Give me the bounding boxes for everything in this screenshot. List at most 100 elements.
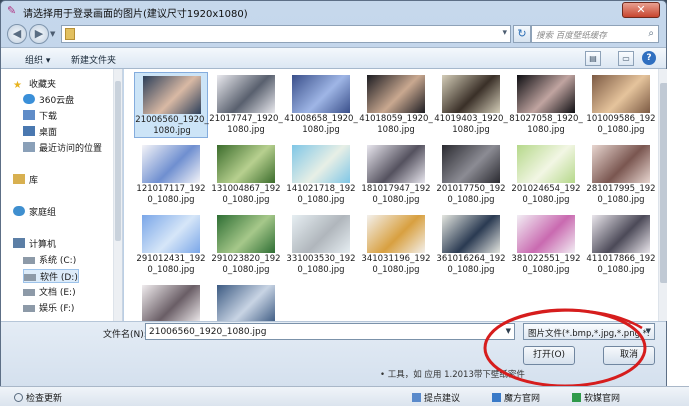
file-name: 291023820_1920_1080.jpg xyxy=(211,254,281,275)
sidebar-item-drive-c[interactable]: 系统 (C:) xyxy=(23,253,76,267)
file-name: 381022551_1920_1080.jpg xyxy=(511,254,581,275)
file-name: 201024654_1920_1080.jpg xyxy=(511,184,581,205)
file-thumbnail[interactable]: 131004867_1920_1080.jpg xyxy=(209,142,283,208)
sidebar-item-label: 桌面 xyxy=(39,128,58,138)
suggest-label: 提点建议 xyxy=(424,394,461,404)
computer-icon xyxy=(13,238,25,248)
refresh-button[interactable]: ↻ xyxy=(513,25,531,43)
file-thumbnail[interactable]: 341031196_1920_1080.jpg xyxy=(359,212,433,278)
sidebar-item-label: 系统 (C:) xyxy=(39,256,77,266)
official-site-link[interactable]: 魔方官网 xyxy=(492,391,540,404)
view-options-icon[interactable]: ▤ xyxy=(585,51,601,66)
back-button[interactable]: ◀ xyxy=(7,24,27,44)
sidebar-item-label: 软件 (D:) xyxy=(40,273,78,283)
sidebar-item-homegroup[interactable]: 家庭组 xyxy=(13,205,56,219)
image-preview xyxy=(217,215,275,253)
file-name: 181017947_1920_1080.jpg xyxy=(361,184,431,205)
file-thumbnail[interactable]: 41019403_1920_1080.jpg xyxy=(434,72,508,138)
sidebar-item-downloads[interactable]: 下载 xyxy=(23,109,57,123)
file-name: 41019403_1920_1080.jpg xyxy=(434,114,508,135)
library-icon xyxy=(13,174,25,184)
ruanmei-site-link[interactable]: 软媒官网 xyxy=(572,391,620,404)
image-preview xyxy=(292,145,350,183)
sidebar-item-label: 家庭组 xyxy=(29,208,57,218)
file-thumbnail[interactable]: 141021718_1920_1080.jpg xyxy=(284,142,358,208)
chevron-down-icon[interactable]: ▼ xyxy=(646,327,651,335)
drive-icon xyxy=(23,305,35,312)
file-thumbnail[interactable]: 291012431_1920_1080.jpg xyxy=(134,212,208,278)
filetype-value: 图片文件(*.bmp,*.jpg,*.png,*. xyxy=(528,329,650,339)
new-folder-button[interactable]: 新建文件夹 xyxy=(71,53,116,66)
sidebar-item-label: 文档 (E:) xyxy=(39,288,76,298)
sidebar-item-drive-d[interactable]: 软件 (D:) xyxy=(23,269,79,283)
file-thumbnail[interactable]: 21017747_1920_1080.jpg xyxy=(209,72,283,138)
sidebar-item-360-cloud[interactable]: 360云盘 xyxy=(23,93,74,107)
search-input[interactable]: 搜索 百度壁纸缓存 ⌕ xyxy=(531,25,659,43)
sidebar-scrollbar[interactable] xyxy=(113,69,122,321)
file-thumbnail[interactable]: 381022551_1920_1080.jpg xyxy=(509,212,583,278)
history-dropdown-icon[interactable]: ▼ xyxy=(50,30,55,38)
recent-places-icon xyxy=(23,142,35,152)
sidebar-item-drive-f[interactable]: 娱乐 (F:) xyxy=(23,301,74,315)
file-thumbnail[interactable]: 101009586_1920_1080.jpg xyxy=(584,72,658,138)
folder-icon xyxy=(65,28,75,40)
file-thumbnail[interactable]: 121017117_1920_1080.jpg xyxy=(134,142,208,208)
drive-icon xyxy=(24,274,36,281)
file-thumbnail[interactable]: 291023820_1920_1080.jpg xyxy=(209,212,283,278)
address-input[interactable]: ▾ xyxy=(61,25,511,43)
image-preview xyxy=(367,145,425,183)
file-name: 121017117_1920_1080.jpg xyxy=(136,184,206,205)
file-thumbnail[interactable]: 331003530_1920_1080.jpg xyxy=(284,212,358,278)
sidebar-item-computer[interactable]: 计算机 xyxy=(13,237,56,251)
check-update-link[interactable]: 检查更新 xyxy=(14,391,62,404)
forward-button[interactable]: ▶ xyxy=(29,24,49,44)
file-thumbnail[interactable]: 281017995_1920_1080.jpg xyxy=(584,142,658,208)
background-snippet: • 工具，如 应用 1.2013带下壁纸密件 xyxy=(380,368,667,382)
file-name: 201017750_1920_1080.jpg xyxy=(436,184,506,205)
file-name: 131004867_1920_1080.jpg xyxy=(211,184,281,205)
file-thumbnail[interactable]: 21006560_1920_1080.jpg xyxy=(134,72,209,138)
preview-pane-icon[interactable]: ▭ xyxy=(618,51,634,66)
open-button[interactable]: 打开(O) xyxy=(523,346,575,365)
check-update-label: 检查更新 xyxy=(26,394,63,404)
suggest-link[interactable]: 提点建议 xyxy=(412,391,460,404)
file-name: 411017866_1920_1080.jpg xyxy=(586,254,656,275)
sidebar-item-recent-places[interactable]: 最近访问的位置 xyxy=(23,141,102,155)
help-icon[interactable]: ? xyxy=(642,51,656,65)
cancel-button[interactable]: 取消 xyxy=(603,346,655,365)
file-list: 21006560_1920_1080.jpg 21017747_1920_1080… xyxy=(124,69,668,323)
organize-button[interactable]: 组织 ▾ xyxy=(25,53,50,66)
file-thumbnail[interactable]: 201017750_1920_1080.jpg xyxy=(434,142,508,208)
chevron-down-icon[interactable]: ▼ xyxy=(506,327,511,335)
file-thumbnail[interactable]: 181017947_1920_1080.jpg xyxy=(359,142,433,208)
official-site-label: 魔方官网 xyxy=(504,394,541,404)
search-placeholder: 搜索 百度壁纸缓存 xyxy=(536,31,607,41)
sidebar-item-favorites[interactable]: ★ 收藏夹 xyxy=(13,77,56,91)
filetype-select[interactable]: 图片文件(*.bmp,*.jpg,*.png,*. ▼ xyxy=(523,323,655,340)
file-thumbnail[interactable]: 41018059_1920_1080.jpg xyxy=(359,72,433,138)
star-icon: ★ xyxy=(13,80,22,91)
sidebar-scroll-thumb[interactable] xyxy=(115,81,121,241)
toolbar: 组织 ▾ 新建文件夹 ▤ ▭ ? xyxy=(1,47,666,69)
file-thumbnail[interactable]: 41008658_1920_1080.jpg xyxy=(284,72,358,138)
image-preview xyxy=(217,145,275,183)
file-thumbnail[interactable]: 411017866_1920_1080.jpg xyxy=(584,212,658,278)
image-preview xyxy=(442,75,500,113)
image-preview xyxy=(292,215,350,253)
chevron-down-icon[interactable]: ▾ xyxy=(502,28,507,38)
file-thumbnail[interactable]: 361016264_1920_1080.jpg xyxy=(434,212,508,278)
sidebar-item-drive-e[interactable]: 文档 (E:) xyxy=(23,285,76,299)
file-thumbnail[interactable]: 201024654_1920_1080.jpg xyxy=(509,142,583,208)
image-preview xyxy=(142,145,200,183)
file-thumbnail[interactable]: 81027058_1920_1080.jpg xyxy=(509,72,583,138)
filename-value: 21006560_1920_1080.jpg xyxy=(149,327,267,337)
file-name: 291012431_1920_1080.jpg xyxy=(136,254,206,275)
sidebar-item-desktop[interactable]: 桌面 xyxy=(23,125,57,139)
app-status-bar: 检查更新 提点建议 魔方官网 软媒官网 xyxy=(0,386,689,406)
image-preview xyxy=(292,75,350,113)
sidebar-item-libraries[interactable]: 库 xyxy=(13,173,38,187)
image-preview xyxy=(142,285,200,323)
drive-icon xyxy=(23,289,35,296)
filename-input[interactable]: 21006560_1920_1080.jpg ▼ xyxy=(145,323,515,340)
close-button[interactable]: ✕ xyxy=(622,2,660,18)
